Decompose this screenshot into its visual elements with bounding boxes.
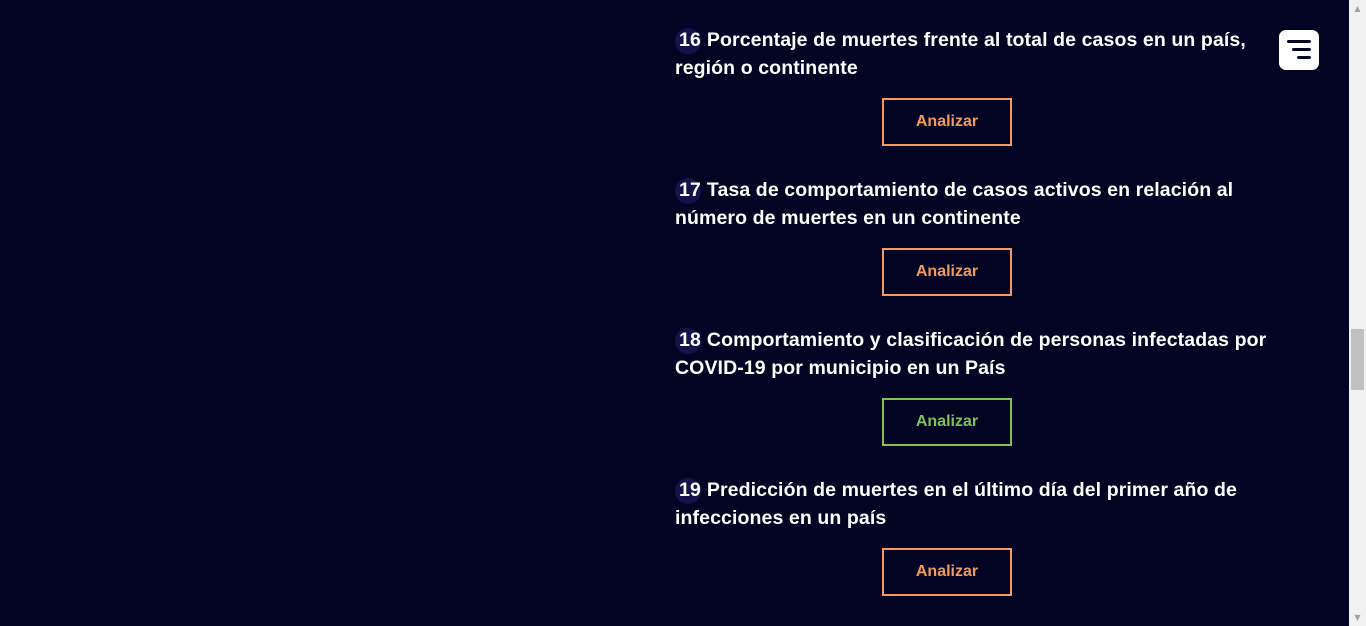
list-item: 19 Predicción de muertes en el último día… bbox=[675, 476, 1275, 626]
scroll-down-arrow-icon[interactable]: ▼ bbox=[1349, 609, 1366, 626]
item-number-badge: 17 bbox=[675, 176, 703, 204]
item-number-badge: 19 bbox=[675, 476, 703, 504]
item-number-badge: 16 bbox=[675, 26, 703, 54]
scrollbar-thumb[interactable] bbox=[1351, 329, 1364, 390]
analyze-button[interactable]: Analizar bbox=[882, 398, 1012, 446]
list-item: 17 Tasa de comportamiento de casos activo… bbox=[675, 176, 1275, 326]
scroll-up-arrow-icon[interactable]: ▲ bbox=[1349, 0, 1366, 17]
vertical-scrollbar[interactable]: ▲ ▼ bbox=[1349, 0, 1366, 626]
item-title-text: Tasa de comportamiento de casos activos … bbox=[675, 179, 1234, 229]
page: 16 Porcentaje de muertes frente al total … bbox=[0, 0, 1366, 626]
menu-line bbox=[1297, 56, 1311, 59]
item-title-text: Comportamiento y clasificación de person… bbox=[675, 329, 1267, 379]
item-title-text: Predicción de muertes en el último día d… bbox=[675, 479, 1237, 529]
analyze-button[interactable]: Analizar bbox=[882, 548, 1012, 596]
item-title: 18 Comportamiento y clasificación de pers… bbox=[675, 326, 1275, 382]
item-title: 17 Tasa de comportamiento de casos activo… bbox=[675, 176, 1275, 232]
menu-line bbox=[1292, 48, 1311, 51]
item-number-badge: 18 bbox=[675, 326, 703, 354]
analyze-button[interactable]: Analizar bbox=[882, 98, 1012, 146]
list-item: 16 Porcentaje de muertes frente al total … bbox=[675, 26, 1275, 176]
list-item: 18 Comportamiento y clasificación de pers… bbox=[675, 326, 1275, 476]
analysis-list: 16 Porcentaje de muertes frente al total … bbox=[675, 26, 1275, 626]
hamburger-menu-icon[interactable] bbox=[1279, 30, 1319, 70]
item-title-text: Porcentaje de muertes frente al total de… bbox=[675, 29, 1246, 79]
item-title: 19 Predicción de muertes en el último día… bbox=[675, 476, 1275, 532]
item-title: 16 Porcentaje de muertes frente al total … bbox=[675, 26, 1275, 82]
menu-line bbox=[1287, 40, 1311, 43]
analyze-button[interactable]: Analizar bbox=[882, 248, 1012, 296]
